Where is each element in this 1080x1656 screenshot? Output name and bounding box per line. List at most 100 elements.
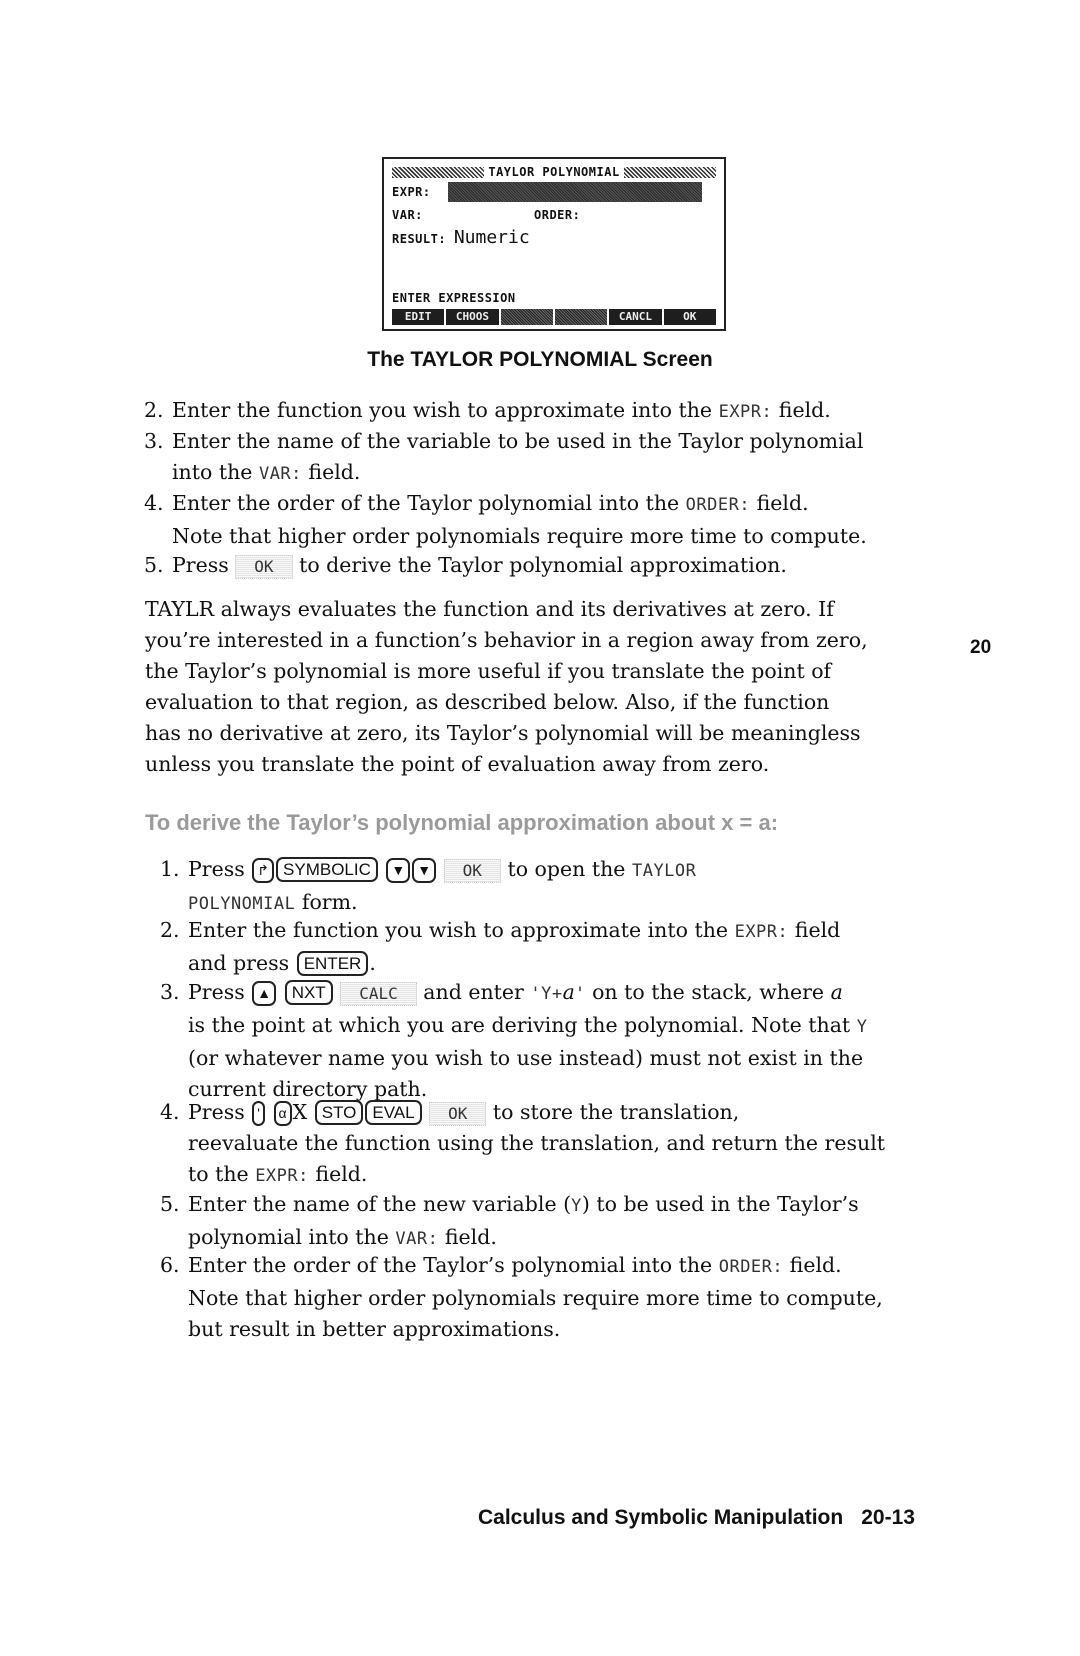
step-text: field. [301, 460, 361, 484]
down-arrow-key-icon: ▼ [386, 858, 411, 883]
step-text-line: Press ' αX STO EVAL OK to store the trans… [188, 1097, 978, 1128]
step-text-line: Enter the order of the Taylor’s polynomi… [188, 1250, 978, 1283]
step-text: ) to be used in the Taylor’s [581, 1192, 859, 1216]
softkey-menu: EDIT CHOOS CANCL OK [392, 309, 716, 325]
alpha-key-icon: α [273, 1101, 292, 1126]
paragraph-line: you’re interested in a function’s behavi… [145, 628, 868, 652]
step-text: Enter the function you wish to approxima… [172, 398, 719, 422]
calculator-screen: TAYLOR POLYNOMIAL EXPR: VAR: ORDER: RESU… [382, 157, 726, 331]
lcd-variable: Y [856, 1017, 868, 1037]
step-text: is the point at which you are deriving t… [188, 1013, 857, 1037]
step-text: Press [188, 1100, 245, 1124]
lcd-form-name: TAYLOR [631, 861, 697, 881]
step-text: Enter the name of the new variable ( [188, 1192, 572, 1216]
softkey-calc: CALC [340, 982, 417, 1006]
softkey-ok: OK [443, 859, 501, 883]
step-text: field. [438, 1225, 497, 1249]
step-text-line: Press ↱ SYMBOLIC ▼ ▼ OK to open the TAYLOR [188, 854, 978, 887]
title-hatch-left [392, 166, 485, 178]
step-text: to the [188, 1162, 256, 1186]
lcd-form-name: POLYNOMIAL [188, 894, 296, 914]
eval-key: EVAL [365, 1100, 422, 1125]
var-label: VAR: [392, 208, 423, 222]
step-text-line: into the VAR: field. [172, 457, 962, 490]
screen-prompt: ENTER EXPRESSION [392, 291, 516, 305]
step-text-line: Enter the order of the Taylor polynomial… [172, 488, 962, 521]
lcd-field-name: EXPR: [734, 922, 789, 942]
softkey-ok: OK [429, 1102, 487, 1126]
step-number: 2. [160, 918, 180, 942]
step-text: X [292, 1100, 308, 1124]
step-text: field. [772, 398, 831, 422]
step-2: 2. Enter the function you wish to approx… [144, 395, 962, 428]
lcd-field-name: ORDER: [718, 1257, 784, 1277]
figure-caption: The TAYLOR POLYNOMIAL Screen [367, 348, 713, 371]
procedure-step-2: 2. Enter the function you wish to approx… [160, 915, 978, 979]
step-text: field [788, 918, 841, 942]
step-number: 3. [160, 980, 180, 1004]
screen-title-bar: TAYLOR POLYNOMIAL [392, 165, 717, 179]
paragraph-line: has no derivative at zero, its Taylor’s … [145, 721, 861, 745]
procedure-step-5: 5. Enter the name of the new variable (Y… [160, 1189, 978, 1255]
step-text: Press [172, 553, 236, 577]
softkey-ok: OK [235, 555, 293, 579]
variable-a: a [830, 980, 843, 1004]
step-text: and enter [416, 980, 531, 1004]
screen-title: TAYLOR POLYNOMIAL [488, 165, 620, 179]
menu-key-ok[interactable]: OK [663, 309, 716, 325]
menu-key-edit[interactable]: EDIT [392, 309, 445, 325]
step-text: to derive the Taylor polynomial approxim… [292, 553, 787, 577]
lcd-variable: Y [571, 1196, 582, 1216]
lcd-field-name: VAR: [258, 464, 302, 484]
step-text: polynomial into the [188, 1225, 396, 1249]
symbolic-key: SYMBOLIC [276, 857, 378, 882]
right-shift-key-icon: ↱ [252, 858, 275, 883]
step-number: 5. [160, 1192, 180, 1216]
paragraph-line: TAYLR always evaluates the function and … [145, 597, 834, 621]
menu-key-cancel[interactable]: CANCL [609, 309, 662, 325]
procedure-step-6: 6. Enter the order of the Taylor’s polyn… [160, 1250, 978, 1345]
step-text: Press [188, 980, 245, 1004]
down-arrow-key-icon: ▼ [412, 858, 437, 883]
step-text: Enter the name of the variable to be use… [172, 429, 864, 453]
lcd-field-name: ORDER: [685, 495, 751, 515]
step-text-line: and press ENTER. [188, 948, 978, 979]
lcd-expression: 'Y+ [530, 984, 563, 1004]
step-text: Enter the function you wish to approxima… [188, 918, 735, 942]
procedure-step-1: 1. Press ↱ SYMBOLIC ▼ ▼ OK to open the TAY… [160, 854, 978, 920]
step-text: field. [783, 1253, 842, 1277]
step-text: reevaluate the function using the transl… [188, 1131, 885, 1155]
menu-key-blank [554, 309, 608, 325]
step-number: 3. [144, 429, 164, 453]
step-3: 3. Enter the name of the variable to be … [144, 426, 962, 490]
lcd-field-name: EXPR: [255, 1166, 309, 1186]
sto-key: STO [314, 1100, 364, 1125]
step-text: Note that higher order polynomials requi… [172, 524, 867, 548]
step-text: Note that higher order polynomials requi… [188, 1286, 883, 1310]
step-text: . [369, 951, 376, 975]
step-text-line: to the EXPR: field. [188, 1159, 978, 1192]
step-text: Enter the order of the Taylor polynomial… [172, 491, 686, 515]
menu-key-choos[interactable]: CHOOS [446, 309, 499, 325]
step-text: but result in better approximations. [188, 1317, 561, 1341]
procedure-step-4: 4. Press ' αX STO EVAL OK to store the tr… [160, 1097, 978, 1192]
result-label: RESULT: [392, 232, 447, 246]
order-label: ORDER: [534, 208, 581, 222]
step-text: to open the [500, 857, 632, 881]
step-text-line: Enter the name of the new variable (Y) t… [188, 1189, 978, 1222]
paragraph-line: unless you translate the point of evalua… [145, 752, 770, 776]
step-text-line: Enter the function you wish to approxima… [188, 915, 978, 948]
up-arrow-key-icon: ▲ [252, 981, 277, 1006]
nxt-key: NXT [284, 980, 333, 1005]
menu-key-blank [500, 309, 553, 325]
step-text: form. [295, 890, 358, 914]
result-value[interactable]: Numeric [454, 227, 530, 248]
lcd-field-name: EXPR: [718, 402, 773, 422]
section-heading: To derive the Taylor’s polynomial approx… [145, 810, 779, 835]
lcd-field-name: VAR: [395, 1229, 439, 1249]
procedure-step-3: 3. Press ▲ NXT CALC and enter 'Y+a' on t… [160, 977, 978, 1105]
step-5: 5. Press OK to derive the Taylor polynom… [144, 550, 962, 581]
step-text: to store the translation, [486, 1100, 740, 1124]
expr-field[interactable] [448, 182, 702, 202]
step-number: 2. [144, 398, 164, 422]
